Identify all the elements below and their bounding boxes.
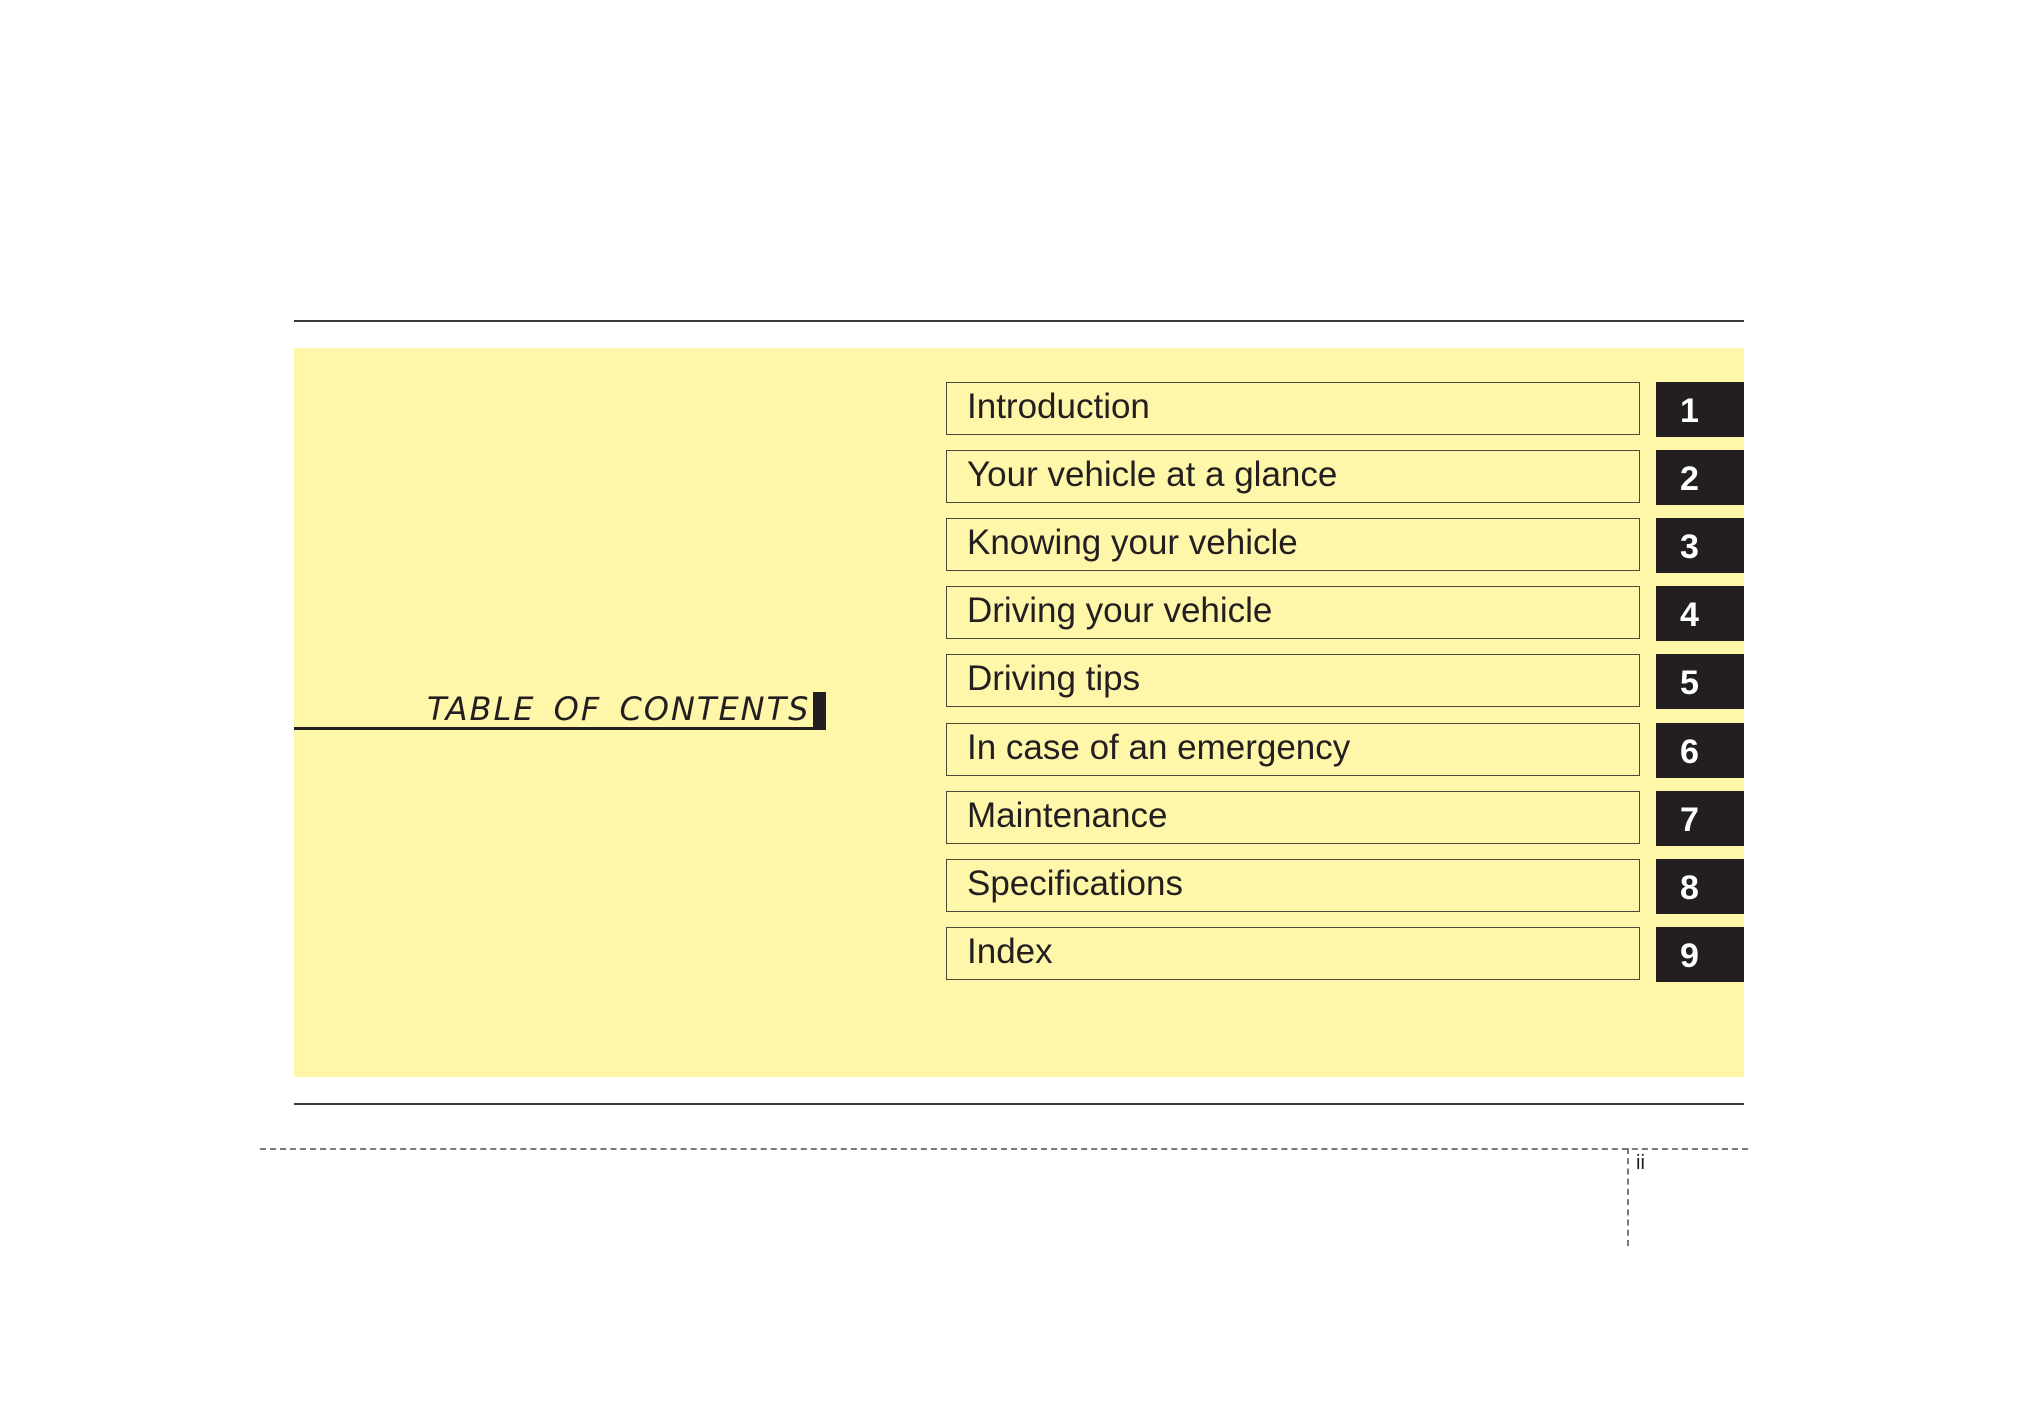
page-title: TABLE OF CONTENTS [427, 690, 811, 728]
toc-item-label: Specifications [967, 863, 1183, 903]
chapter-number: 3 [1680, 528, 1699, 567]
chapter-tab[interactable]: 1 [1656, 382, 1744, 437]
toc-item-box[interactable]: Your vehicle at a glance [946, 450, 1640, 504]
toc-item-label: Index [967, 931, 1053, 971]
toc-item-label: Driving your vehicle [967, 591, 1273, 631]
chapter-number: 8 [1680, 868, 1699, 907]
chapter-number: 9 [1680, 936, 1699, 975]
chapter-tab[interactable]: 7 [1656, 790, 1744, 846]
toc-item-box[interactable]: Specifications [946, 858, 1640, 912]
toc-item-box[interactable]: Driving tips [946, 654, 1640, 708]
bottom-rule [294, 1103, 1744, 1105]
toc-item-label: In case of an emergency [967, 727, 1351, 767]
chapter-tab[interactable]: 6 [1656, 722, 1744, 778]
toc-item-label: Maintenance [967, 795, 1168, 835]
toc-item-box[interactable]: Knowing your vehicle [946, 518, 1640, 572]
chapter-tab[interactable]: 8 [1656, 858, 1744, 914]
toc-item-box[interactable]: In case of an emergency [946, 722, 1640, 776]
chapter-number: 4 [1680, 596, 1699, 635]
chapter-number: 1 [1680, 392, 1699, 430]
chapter-number: 6 [1680, 732, 1699, 771]
toc-item-label: Knowing your vehicle [967, 523, 1298, 563]
chapter-tab[interactable]: 4 [1656, 586, 1744, 642]
chapter-tab[interactable]: 3 [1656, 518, 1744, 574]
page-number: ii [1636, 1152, 1645, 1174]
crop-mark-vertical [1627, 1148, 1629, 1246]
toc-item-label: Your vehicle at a glance [967, 455, 1338, 495]
toc-item-label: Introduction [967, 387, 1150, 426]
chapter-number: 5 [1680, 664, 1699, 703]
top-rule [294, 320, 1744, 322]
toc-item-box[interactable]: Introduction [946, 382, 1640, 435]
chapter-number: 2 [1680, 460, 1699, 499]
toc-item-label: Driving tips [967, 659, 1141, 699]
title-marker [813, 692, 826, 729]
toc-item-box[interactable]: Driving your vehicle [946, 586, 1640, 640]
chapter-tab[interactable]: 5 [1656, 654, 1744, 710]
title-underline [294, 727, 826, 730]
toc-item-box[interactable]: Index [946, 926, 1640, 980]
chapter-number: 7 [1680, 800, 1699, 839]
crop-mark-horizontal [260, 1148, 1748, 1150]
chapter-tab[interactable]: 9 [1656, 926, 1744, 982]
toc-item-box[interactable]: Maintenance [946, 790, 1640, 844]
chapter-tab[interactable]: 2 [1656, 450, 1744, 506]
